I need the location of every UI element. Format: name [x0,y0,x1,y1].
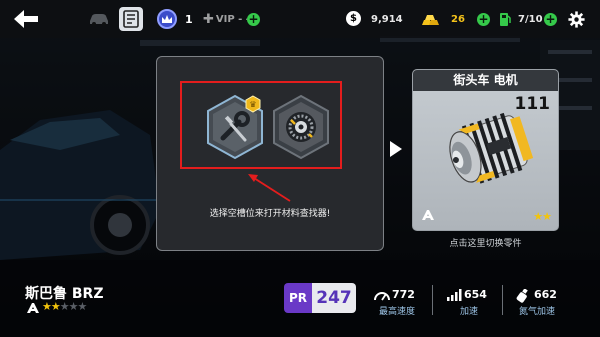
tutorial-arrow-icon [248,174,291,202]
